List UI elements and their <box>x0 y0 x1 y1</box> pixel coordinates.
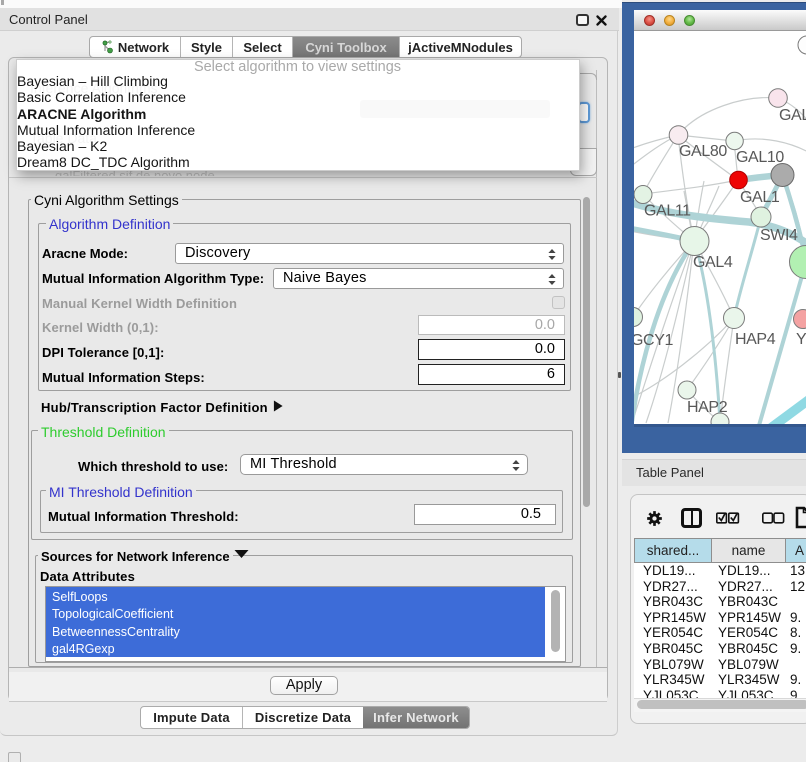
svg-text:SWI4: SWI4 <box>760 227 798 244</box>
svg-text:GAL: GAL <box>779 107 806 124</box>
svg-text:HAP2: HAP2 <box>687 399 728 416</box>
svg-text:GAL1: GAL1 <box>740 189 780 206</box>
svg-text:HAP4: HAP4 <box>735 331 776 348</box>
svg-text:GAL80: GAL80 <box>679 143 727 160</box>
svg-text:Y: Y <box>796 331 806 348</box>
svg-text:GCY1: GCY1 <box>634 332 673 349</box>
svg-text:GAL4: GAL4 <box>693 254 733 271</box>
svg-text:GAL11: GAL11 <box>644 203 691 220</box>
svg-text:GAL10: GAL10 <box>736 149 784 166</box>
